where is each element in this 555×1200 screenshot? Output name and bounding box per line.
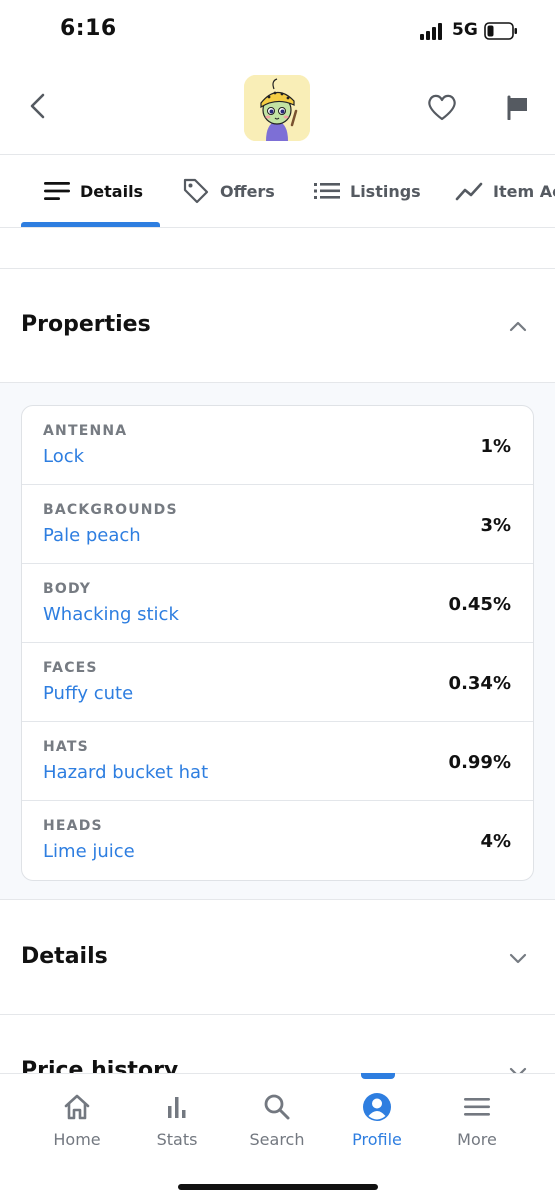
property-rarity: 0.45%: [448, 594, 511, 615]
property-value[interactable]: Pale peach: [43, 525, 141, 546]
alien-character-image: [244, 75, 310, 141]
property-rarity: 4%: [480, 831, 511, 852]
price-history-title: Price history: [21, 1058, 179, 1073]
properties-panel: ANTENNA Lock 1% BACKGROUNDS Pale peach 3…: [0, 382, 555, 900]
property-row-body[interactable]: BODY Whacking stick 0.45%: [22, 564, 533, 643]
nav-search-label: Search: [249, 1130, 305, 1149]
bar-chart-icon: [168, 1097, 186, 1118]
nav-profile[interactable]: Profile: [327, 1092, 427, 1149]
tab-item-activity[interactable]: Item Ac: [455, 155, 555, 227]
tab-listings-label: Listings: [350, 181, 421, 201]
nav-profile-label: Profile: [352, 1130, 402, 1149]
nav-home[interactable]: Home: [27, 1092, 127, 1149]
property-type: BODY: [43, 581, 92, 597]
property-type: BACKGROUNDS: [43, 502, 178, 518]
property-rarity: 0.99%: [448, 752, 511, 773]
active-nav-indicator: [361, 1073, 395, 1079]
details-title: Details: [21, 944, 108, 969]
property-rarity: 0.34%: [448, 673, 511, 694]
signal-icon: [420, 22, 446, 40]
menu-icon: [464, 1098, 490, 1116]
nav-more-label: More: [457, 1130, 497, 1149]
property-row-antenna[interactable]: ANTENNA Lock 1%: [22, 406, 533, 485]
tab-offers[interactable]: Offers: [182, 155, 275, 227]
nav-search[interactable]: Search: [227, 1092, 327, 1149]
active-tab-indicator: [21, 222, 160, 227]
nav-stats-label: Stats: [156, 1130, 198, 1149]
nav-home-label: Home: [53, 1130, 101, 1149]
chevron-down-icon[interactable]: [508, 948, 528, 968]
property-type: HATS: [43, 739, 89, 755]
property-row-faces[interactable]: FACES Puffy cute 0.34%: [22, 643, 533, 722]
details-section-header[interactable]: Details: [0, 902, 555, 1014]
status-time: 6:16: [60, 16, 117, 41]
property-value[interactable]: Hazard bucket hat: [43, 762, 208, 783]
property-rarity: 1%: [480, 436, 511, 457]
profile-icon: [363, 1093, 391, 1121]
property-rarity: 3%: [480, 515, 511, 536]
section-divider: [0, 268, 555, 269]
chevron-left-icon[interactable]: [22, 90, 54, 122]
home-indicator[interactable]: [178, 1184, 378, 1190]
properties-list: ANTENNA Lock 1% BACKGROUNDS Pale peach 3…: [21, 405, 534, 881]
property-value[interactable]: Lock: [43, 446, 84, 467]
section-divider: [0, 1014, 555, 1015]
status-bar: 6:16 5G: [0, 0, 555, 62]
price-history-section-header[interactable]: Price history: [0, 1016, 555, 1073]
chevron-down-icon[interactable]: [508, 1062, 528, 1073]
search-icon: [264, 1094, 290, 1120]
flag-icon[interactable]: [505, 94, 531, 120]
tag-icon: [183, 178, 209, 204]
property-row-backgrounds[interactable]: BACKGROUNDS Pale peach 3%: [22, 485, 533, 564]
property-type: FACES: [43, 660, 98, 676]
bottom-navigation: Home Stats Search Profile More: [0, 1073, 555, 1200]
nft-avatar[interactable]: [244, 75, 310, 141]
chevron-up-icon[interactable]: [508, 316, 528, 336]
list-icon: [314, 183, 340, 199]
home-icon: [64, 1094, 90, 1120]
property-row-heads[interactable]: HEADS Lime juice 4%: [22, 801, 533, 880]
tab-listings[interactable]: Listings: [314, 155, 421, 227]
property-value[interactable]: Lime juice: [43, 841, 135, 862]
nav-stats[interactable]: Stats: [127, 1092, 227, 1149]
details-lines-icon: [44, 182, 70, 200]
trend-line-icon: [455, 182, 483, 201]
heart-outline-icon[interactable]: [426, 92, 458, 122]
tab-item-activity-label: Item Ac: [493, 181, 555, 201]
battery-icon: [484, 22, 517, 40]
network-label: 5G: [452, 20, 478, 40]
top-header: [0, 62, 555, 154]
tab-details[interactable]: Details: [44, 155, 143, 227]
property-type: HEADS: [43, 818, 103, 834]
nav-more[interactable]: More: [427, 1092, 527, 1149]
properties-section-header[interactable]: Properties: [0, 270, 555, 382]
properties-title: Properties: [21, 312, 151, 337]
property-type: ANTENNA: [43, 423, 128, 439]
item-tab-bar: Details Offers Listings Item Ac: [0, 154, 555, 228]
property-row-hats[interactable]: HATS Hazard bucket hat 0.99%: [22, 722, 533, 801]
tab-offers-label: Offers: [220, 181, 275, 201]
property-value[interactable]: Puffy cute: [43, 683, 133, 704]
tab-details-label: Details: [80, 181, 144, 201]
property-value[interactable]: Whacking stick: [43, 604, 179, 625]
